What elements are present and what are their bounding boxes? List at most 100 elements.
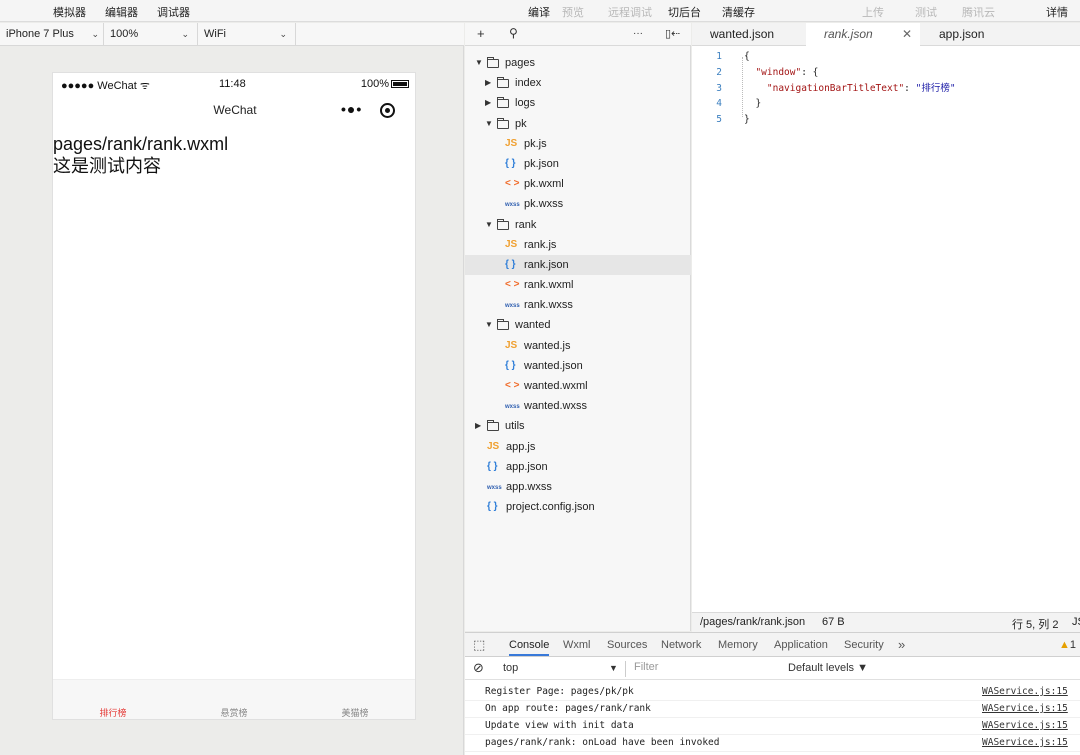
status-cursor-position[interactable]: 行 5, 列 2 bbox=[1012, 616, 1058, 632]
tree-item[interactable]: { } app.json bbox=[465, 457, 691, 477]
context-dropdown-icon[interactable]: ▼ bbox=[609, 663, 618, 673]
remote-debug-button[interactable]: 远程调试 bbox=[608, 4, 652, 20]
console-log-source-link[interactable]: WAService.js:15 bbox=[982, 737, 1068, 748]
tree-item[interactable]: wxss pk.wxss bbox=[465, 194, 691, 214]
more-tabs-icon[interactable]: » bbox=[898, 637, 905, 652]
line-number: 3 bbox=[716, 82, 722, 94]
tree-item[interactable]: < > rank.wxml bbox=[465, 275, 691, 295]
tree-item[interactable]: ▼ pk bbox=[465, 114, 691, 134]
preview-button[interactable]: 预览 bbox=[562, 4, 584, 20]
tree-item-label: app.js bbox=[506, 440, 536, 453]
tab-rank-json[interactable]: rank.json ✕ bbox=[806, 23, 920, 46]
filter-input[interactable]: Filter bbox=[625, 661, 780, 677]
tree-item-label: pk.wxml bbox=[524, 178, 564, 191]
chevron-right-icon[interactable]: ▶ bbox=[475, 416, 481, 436]
tree-item[interactable]: { } rank.json bbox=[465, 254, 691, 276]
tree-item[interactable]: JS rank.js bbox=[465, 235, 691, 255]
tab-console[interactable]: Console bbox=[509, 639, 550, 656]
line-number: 4 bbox=[716, 98, 722, 110]
tree-item-label: wanted.wxml bbox=[524, 380, 588, 392]
tree-item-label: utils bbox=[505, 420, 525, 433]
tab-wanted-json[interactable]: wanted.json bbox=[692, 23, 798, 46]
chevron-right-icon[interactable]: ▶ bbox=[485, 93, 491, 113]
tree-item[interactable]: ▼ wanted bbox=[465, 315, 691, 335]
tree-item[interactable]: < > pk.wxml bbox=[465, 174, 691, 194]
tree-item[interactable]: { } wanted.json bbox=[465, 356, 691, 376]
tree-item[interactable]: ▶ utils bbox=[465, 416, 691, 436]
add-file-icon[interactable]: + bbox=[477, 26, 485, 41]
tree-item[interactable]: JS app.js bbox=[465, 437, 691, 457]
debugger-toggle-button[interactable]: 调试器 bbox=[157, 4, 190, 20]
tab-wanted[interactable]: 悬赏榜 bbox=[174, 706, 294, 719]
tab-cats[interactable]: 美猫榜 bbox=[295, 706, 415, 719]
upload-button[interactable]: 上传 bbox=[862, 4, 884, 20]
console-log-source-link[interactable]: WAService.js:15 bbox=[982, 703, 1068, 714]
device-select[interactable]: iPhone 7 Plus ⌄ bbox=[0, 23, 104, 45]
more-dots-icon[interactable]: •●• bbox=[341, 101, 362, 117]
folder-icon bbox=[497, 97, 509, 109]
status-language[interactable]: JS bbox=[1072, 616, 1080, 628]
code-line: } bbox=[744, 114, 750, 126]
content-line-text: 这是测试内容 bbox=[53, 156, 161, 176]
tree-item[interactable]: JS pk.js bbox=[465, 134, 691, 154]
network-select[interactable]: WiFi ⌄ bbox=[198, 23, 296, 45]
clear-console-icon[interactable]: ⊘ bbox=[473, 660, 484, 676]
simulator-toggle-button[interactable]: 模拟器 bbox=[53, 4, 86, 20]
tab-app-json[interactable]: app.json bbox=[920, 23, 1030, 46]
warning-badge[interactable]: ▲1 bbox=[1059, 639, 1076, 651]
tree-item[interactable]: wxss app.wxss bbox=[465, 477, 691, 497]
tree-item-label: app.json bbox=[506, 460, 548, 473]
tab-application[interactable]: Application bbox=[774, 639, 828, 651]
js-file-icon: JS bbox=[487, 440, 500, 452]
tencent-cloud-button[interactable]: 腾讯云 bbox=[962, 4, 995, 20]
file-tree-pane: + ⚲ ··· ▯⇠ ▼ pages ▶ index ▶ logs ▼ pk JS pk.js { … bbox=[465, 23, 691, 631]
status-time: 11:48 bbox=[219, 78, 246, 90]
console-log-message: pages/rank/rank: onLoad have been invoke… bbox=[485, 737, 720, 748]
tree-item[interactable]: ▶ index bbox=[465, 73, 691, 93]
chevron-down-icon[interactable]: ▼ bbox=[485, 114, 493, 134]
inspect-element-icon[interactable]: ⬚ bbox=[473, 637, 485, 653]
folder-open-icon bbox=[497, 218, 509, 230]
editor-toggle-button[interactable]: 编辑器 bbox=[105, 4, 138, 20]
js-file-icon: JS bbox=[505, 339, 518, 351]
chevron-down-icon[interactable]: ▼ bbox=[475, 53, 483, 73]
battery-status: 100% bbox=[361, 78, 409, 90]
context-select[interactable]: top bbox=[503, 662, 518, 674]
more-icon[interactable]: ··· bbox=[633, 28, 643, 39]
tab-memory[interactable]: Memory bbox=[718, 639, 758, 651]
chevron-down-icon[interactable]: ▼ bbox=[485, 315, 493, 335]
tree-item[interactable]: wxss wanted.wxss bbox=[465, 396, 691, 416]
collapse-sidebar-icon[interactable]: ▯⇠ bbox=[665, 27, 680, 40]
tab-security[interactable]: Security bbox=[844, 639, 884, 651]
zoom-select[interactable]: 100% ⌄ bbox=[104, 23, 198, 45]
background-button[interactable]: 切后台 bbox=[668, 4, 701, 20]
search-icon[interactable]: ⚲ bbox=[509, 26, 518, 40]
compile-button[interactable]: 编译 bbox=[528, 4, 550, 20]
tab-sources[interactable]: Sources bbox=[607, 639, 647, 651]
chevron-down-icon[interactable]: ▼ bbox=[485, 215, 493, 235]
close-icon[interactable]: ✕ bbox=[902, 23, 912, 46]
tree-item[interactable]: { } pk.json bbox=[465, 154, 691, 174]
tree-item[interactable]: ▼ rank bbox=[465, 215, 691, 235]
tab-ranking[interactable]: 排行榜 bbox=[53, 706, 173, 719]
console-log-message: Register Page: pages/pk/pk bbox=[485, 686, 634, 697]
chevron-right-icon[interactable]: ▶ bbox=[485, 73, 491, 93]
details-button[interactable]: 详情 bbox=[1046, 4, 1068, 20]
console-log-source-link[interactable]: WAService.js:15 bbox=[982, 686, 1068, 697]
tab-network[interactable]: Network bbox=[661, 639, 701, 651]
console-log-source-link[interactable]: WAService.js:15 bbox=[982, 720, 1068, 731]
clear-cache-button[interactable]: 清缓存 bbox=[722, 4, 755, 20]
indent-guide bbox=[742, 57, 743, 117]
tree-item[interactable]: ▶ logs bbox=[465, 93, 691, 113]
log-levels-select[interactable]: Default levels ▼ bbox=[788, 662, 868, 674]
tree-item[interactable]: wxss rank.wxss bbox=[465, 295, 691, 315]
tree-item[interactable]: ▼ pages bbox=[465, 53, 691, 73]
console-filter-bar: ⊘ top ▼ Filter Default levels ▼ bbox=[465, 658, 1080, 680]
tab-wxml[interactable]: Wxml bbox=[563, 639, 591, 651]
close-capsule-icon[interactable] bbox=[380, 103, 395, 118]
tree-item[interactable]: { } project.config.json bbox=[465, 497, 691, 517]
tree-item[interactable]: < > wanted.wxml bbox=[465, 376, 691, 396]
test-button[interactable]: 测试 bbox=[915, 4, 937, 20]
tree-item[interactable]: JS wanted.js bbox=[465, 336, 691, 356]
phone-nav-bar: WeChat •●• bbox=[53, 95, 417, 125]
